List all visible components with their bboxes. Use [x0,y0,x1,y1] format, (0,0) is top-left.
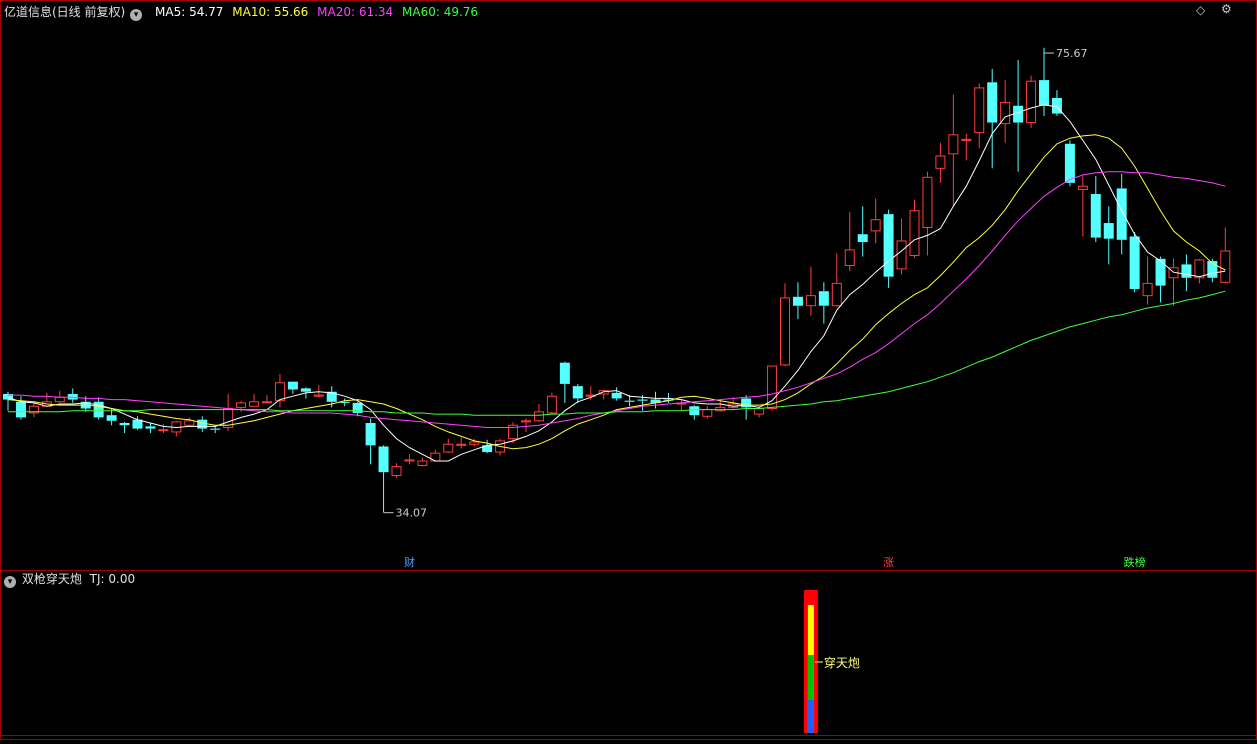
candle-down [378,446,389,473]
candle-up [533,411,544,422]
candle-up [844,249,855,267]
candle-down [67,393,78,400]
chevron-down-icon[interactable]: ▾ [130,9,143,21]
candle-down [1103,223,1114,239]
candle-down [119,423,130,426]
indicator-header: ▾ 双枪穿天炮 TJ: 0.00 [4,571,136,588]
annotation-label: 75.67 [1056,47,1088,60]
candle-down [559,362,570,384]
gear-icon[interactable]: ⚙ [1221,2,1232,16]
ma-line-ma10 [7,134,1226,450]
candle-up [754,407,765,415]
candle-down [15,401,26,418]
candle-up [1220,250,1231,283]
candle-up [909,210,920,256]
kline-chart[interactable]: 75.67 34.07 财 涨 跌榜穿天炮 [0,0,1257,740]
candle-down [792,296,803,306]
ma10-label: MA10: 55.66 [232,5,309,19]
candle-up [546,395,557,414]
candle-up [158,429,169,432]
candle-up [184,420,195,426]
signal-label: 穿天炮 [824,655,860,670]
candle-down [210,428,221,430]
candle-up [417,460,428,466]
candle-down [1090,194,1101,238]
candle-down [106,415,117,421]
kline-chart-frame: 75.67 34.07 财 涨 跌榜穿天炮 [0,0,1257,740]
candle-up [961,138,972,141]
ma20-label: MA20: 61.34 [317,5,394,19]
signal-bar-blue [807,700,814,733]
candle-up [469,441,480,445]
candle-down [689,406,700,416]
candle-up [262,401,272,404]
outer-border [0,0,1257,740]
main-header: 亿道信息(日线 前复权) ▾ MA5: 54.77 MA10: 55.66 MA2… [4,3,483,21]
candle-up [948,134,959,155]
candle-down [365,423,376,446]
event-marker: 跌榜 [1124,555,1146,569]
candle-down [197,419,208,429]
candle-up [702,409,713,417]
candle-down [624,400,635,402]
candle-up [715,406,726,412]
candle-up [236,402,247,408]
candle-down [300,388,311,392]
candle-down [611,392,622,399]
candle-up [443,443,454,453]
candle-down [818,291,829,306]
ma60-label: MA60: 49.76 [402,5,479,19]
candle-up [870,219,881,232]
annotation-label: 34.07 [396,507,428,520]
candle-up [249,401,260,407]
candle-up [831,282,842,307]
candle-down [287,381,298,390]
candle-up [935,155,946,169]
candle-down [1155,258,1166,286]
candle-up [404,459,415,462]
indicator-title[interactable]: 双枪穿天炮 [22,572,82,586]
stock-title[interactable]: 亿道信息(日线 前复权) [4,5,125,19]
candle-up [1142,282,1153,297]
candle-up [54,396,65,403]
candle-up [780,297,790,366]
candle-up [974,87,985,134]
candle-up [1077,185,1088,191]
candle-down [145,426,156,429]
candle-down [1039,80,1049,106]
candle-down [857,234,868,243]
candle-up [456,443,467,446]
candle-up [521,420,531,423]
candle-up [896,240,907,270]
candle-up [391,466,402,477]
candle-down [1181,264,1192,278]
candle-down [1116,188,1127,240]
candle-up [1026,80,1037,124]
candle-down [1064,143,1075,183]
chevron-down-icon[interactable]: ▾ [4,576,16,588]
candle-down [987,82,998,123]
candle-down [637,399,648,401]
candle-up [922,176,933,229]
candle-down [572,386,583,399]
event-marker: 涨 [883,556,894,569]
event-marker: 财 [404,555,415,569]
candle-up [805,295,816,307]
diamond-icon[interactable]: ◇ [1196,3,1205,17]
candle-down [883,214,894,277]
ma5-label: MA5: 54.77 [155,5,224,19]
indicator-tj: TJ: 0.00 [89,572,136,586]
candle-up [313,394,324,397]
candle-up [274,382,285,402]
candle-down [1129,236,1140,289]
candle-up [1194,259,1205,279]
